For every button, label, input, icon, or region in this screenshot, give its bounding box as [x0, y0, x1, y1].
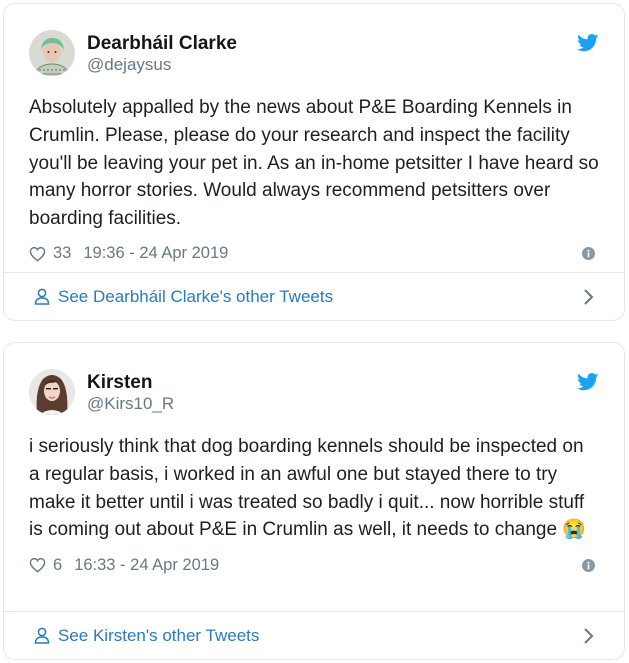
tweet-text-content: i seriously think that dog boarding kenn… [29, 436, 585, 541]
tweet-text-content: Absolutely appalled by the news about P&… [29, 97, 599, 230]
tweet-body: Kirsten @Kirs10_R i seriously think that… [4, 343, 624, 576]
tweet-card: Dearbháil Clarke @dejaysus Absolutely ap… [3, 3, 625, 321]
tweet-header: Dearbháil Clarke @dejaysus [29, 26, 599, 80]
like-count[interactable]: 33 [53, 244, 71, 263]
person-icon [34, 627, 50, 644]
chevron-right-icon[interactable] [583, 288, 594, 306]
author-handle[interactable]: @dejaysus [87, 55, 237, 75]
author-avatar[interactable] [29, 30, 75, 76]
tweet-card: Kirsten @Kirs10_R i seriously think that… [3, 342, 625, 660]
crying-face-emoji: 😭 [562, 519, 587, 541]
author-avatar[interactable] [29, 369, 75, 415]
info-icon[interactable] [582, 558, 595, 572]
tweet-meta: 6 16:33 - 24 Apr 2019 [29, 554, 599, 576]
see-other-tweets-link[interactable]: See Kirsten's other Tweets [4, 611, 624, 659]
twitter-bird-icon[interactable] [577, 34, 599, 52]
like-count[interactable]: 6 [53, 556, 62, 575]
tweet-header: Kirsten @Kirs10_R [29, 365, 599, 419]
person-icon [34, 288, 50, 305]
tweet-text: i seriously think that dog boarding kenn… [29, 433, 599, 544]
info-icon[interactable] [582, 247, 595, 261]
see-other-tweets-label[interactable]: See Dearbháil Clarke's other Tweets [58, 287, 333, 307]
chevron-right-icon[interactable] [583, 627, 594, 645]
tweet-timestamp[interactable]: 16:33 - 24 Apr 2019 [74, 556, 219, 575]
heart-icon[interactable] [29, 557, 46, 573]
tweet-text: Absolutely appalled by the news about P&… [29, 94, 599, 233]
twitter-bird-icon[interactable] [577, 373, 599, 391]
see-other-tweets-label[interactable]: See Kirsten's other Tweets [58, 626, 259, 646]
see-other-tweets-link[interactable]: See Dearbháil Clarke's other Tweets [4, 272, 624, 320]
author-info: Kirsten @Kirs10_R [87, 371, 174, 414]
tweet-timestamp[interactable]: 19:36 - 24 Apr 2019 [83, 244, 228, 263]
tweet-body: Dearbháil Clarke @dejaysus Absolutely ap… [4, 4, 624, 265]
tweet-meta: 33 19:36 - 24 Apr 2019 [29, 243, 599, 265]
author-name[interactable]: Dearbháil Clarke [87, 32, 237, 55]
author-info: Dearbháil Clarke @dejaysus [87, 32, 237, 75]
author-name[interactable]: Kirsten [87, 371, 174, 394]
heart-icon[interactable] [29, 246, 46, 262]
author-handle[interactable]: @Kirs10_R [87, 394, 174, 414]
